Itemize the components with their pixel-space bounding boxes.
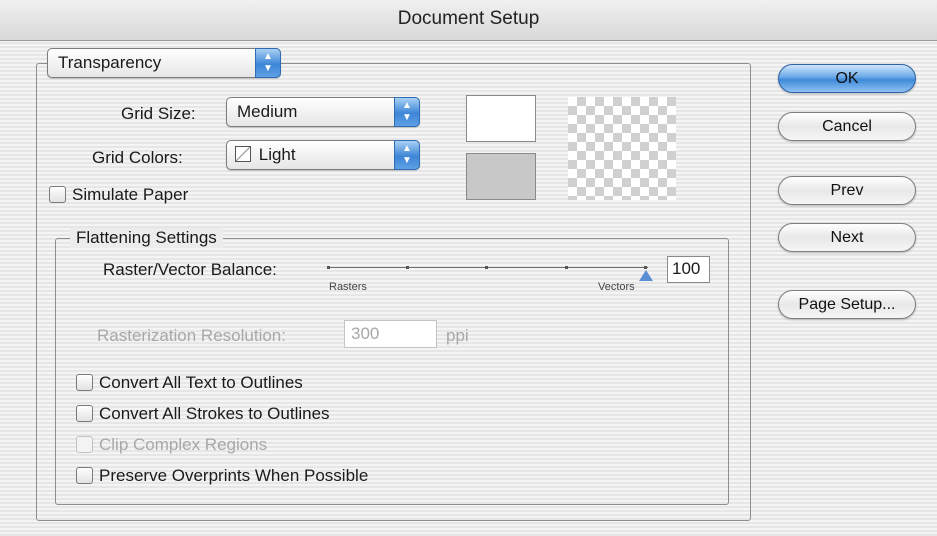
clip-complex-regions-checkbox (76, 436, 93, 453)
cancel-button[interactable]: Cancel (778, 112, 916, 141)
preserve-overprints-checkbox[interactable] (76, 467, 93, 484)
popup-arrows-icon: ▲ ▼ (394, 140, 420, 170)
page-setup-button[interactable]: Page Setup... (778, 290, 916, 319)
grid-size-label: Grid Size: (121, 104, 196, 123)
convert-text-to-outlines-checkbox[interactable] (76, 374, 93, 391)
preserve-overprints-label: Preserve Overprints When Possible (99, 466, 369, 485)
grid-colors-label: Grid Colors: (92, 148, 183, 167)
slider-tick (644, 266, 647, 269)
balance-slider-track[interactable] (328, 267, 648, 268)
ok-button[interactable]: OK (778, 64, 916, 93)
simulate-paper-checkbox[interactable] (49, 186, 66, 203)
slider-tick (406, 266, 409, 269)
convert-strokes-to-outlines-checkbox[interactable] (76, 405, 93, 422)
grid-size-value: Medium (237, 102, 298, 121)
flattening-settings-title: Flattening Settings (70, 228, 223, 248)
grid-colors-value: Light (258, 145, 296, 164)
grid-color-swatch-bottom[interactable] (466, 153, 536, 200)
slider-tick (565, 266, 568, 269)
grid-colors-popup[interactable]: Light ▲ ▼ (226, 140, 420, 170)
slider-min-label: Rasters (329, 281, 367, 293)
section-popup[interactable]: Transparency ▲ ▼ (47, 48, 281, 78)
section-popup-value: Transparency (58, 53, 162, 72)
simulate-paper-label: Simulate Paper (72, 185, 189, 204)
slider-tick (327, 266, 330, 269)
slider-tick (485, 266, 488, 269)
popup-arrows-icon: ▲ ▼ (255, 48, 281, 78)
balance-value: 100 (672, 259, 701, 278)
window-title-bar: Document Setup (0, 0, 937, 41)
clip-complex-regions-label: Clip Complex Regions (99, 435, 268, 454)
raster-vector-balance-label: Raster/Vector Balance: (103, 260, 277, 279)
rasterization-resolution-field: 300 (344, 320, 437, 348)
grid-color-swatch-top[interactable] (466, 95, 536, 142)
prev-button[interactable]: Prev (778, 176, 916, 205)
convert-strokes-to-outlines-label: Convert All Strokes to Outlines (99, 404, 330, 423)
popup-arrows-icon: ▲ ▼ (394, 97, 420, 127)
rasterization-resolution-value: 300 (351, 324, 380, 343)
slider-thumb-icon[interactable] (639, 270, 653, 281)
balance-value-field[interactable]: 100 (667, 256, 710, 283)
grid-size-popup[interactable]: Medium ▲ ▼ (226, 97, 420, 127)
transparency-grid-preview (568, 97, 676, 200)
slider-max-label: Vectors (598, 281, 635, 293)
window-title: Document Setup (397, 8, 540, 29)
rasterization-resolution-label: Rasterization Resolution: (97, 326, 286, 345)
resolution-unit-label: ppi (446, 326, 469, 345)
convert-text-to-outlines-label: Convert All Text to Outlines (99, 373, 303, 392)
next-button[interactable]: Next (778, 223, 916, 252)
color-swatch-icon (235, 146, 251, 162)
